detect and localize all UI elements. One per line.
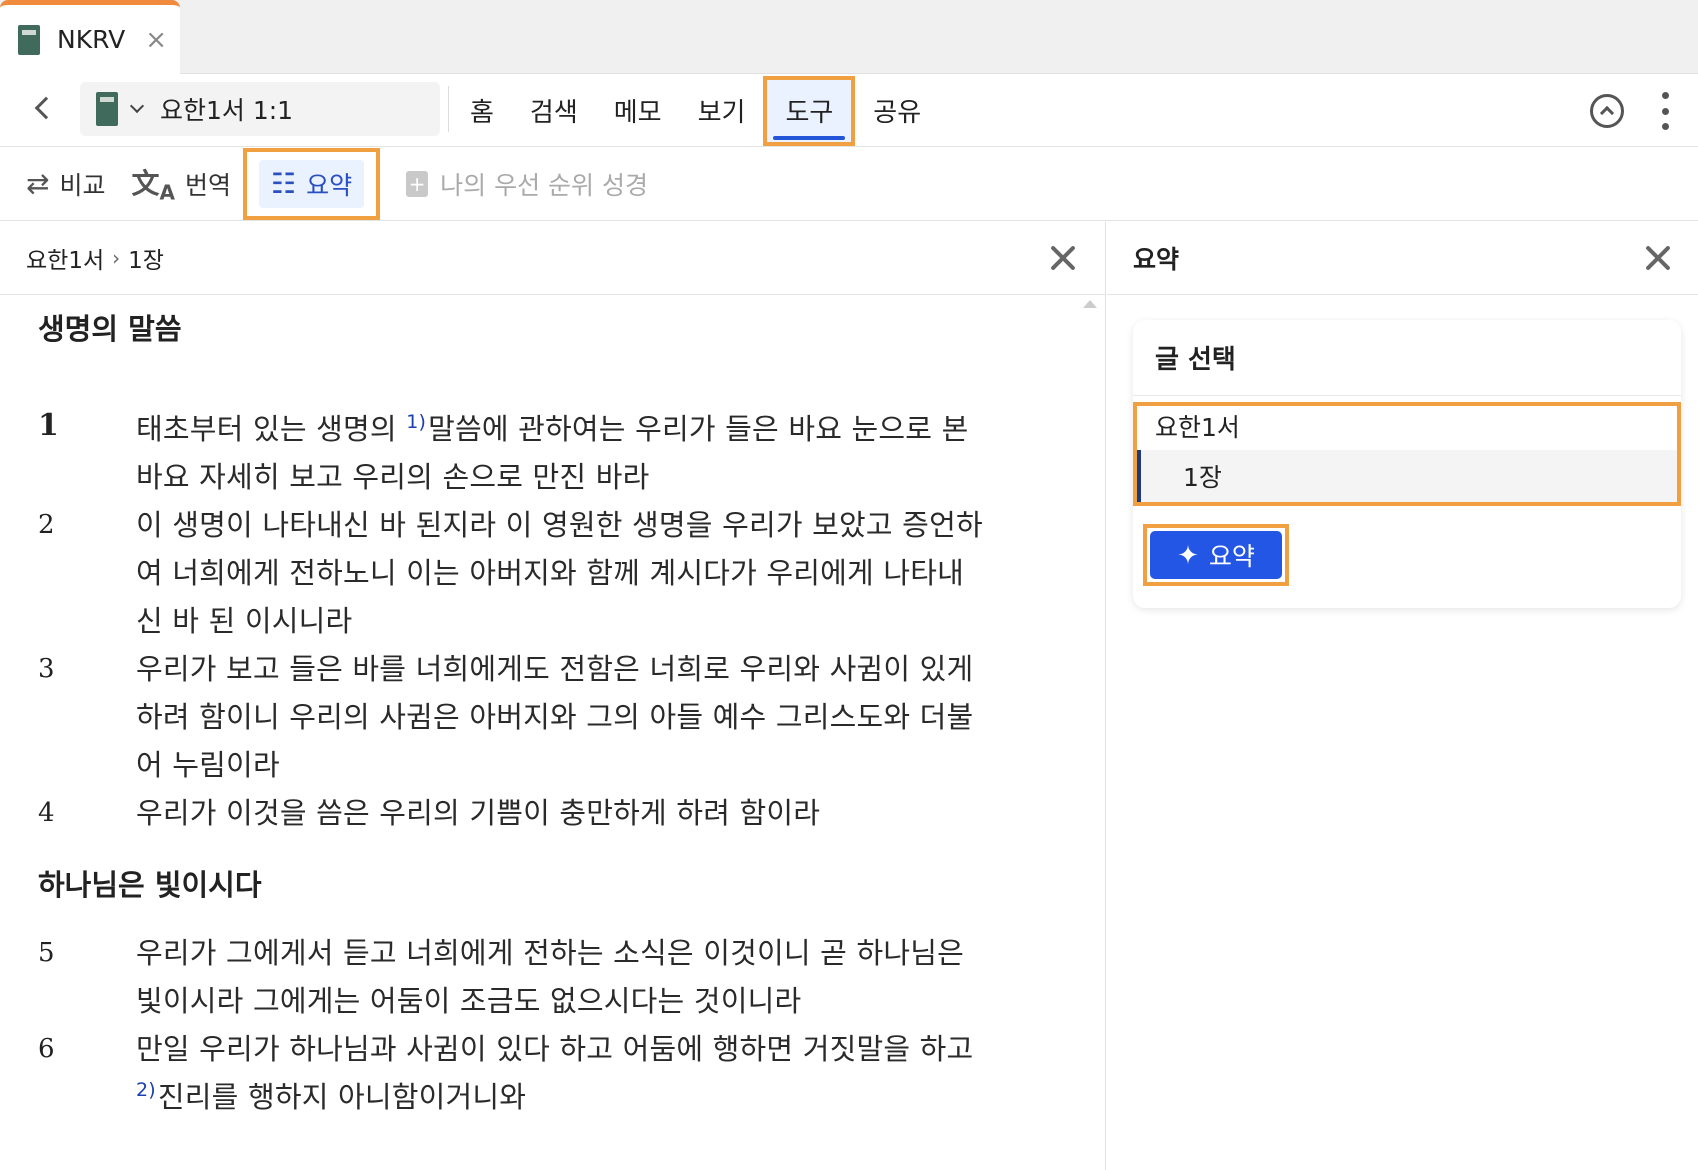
verse-number: 6 xyxy=(38,1034,55,1064)
book-cover-icon xyxy=(96,92,118,126)
section-heading: 생명의 말씀 xyxy=(38,312,182,346)
summary-header: 요약 xyxy=(1107,222,1698,295)
verse-text: 하려 함이니 우리의 사귐은 아버지와 그의 아들 예수 그리스도와 더불 xyxy=(136,700,974,734)
verse-text: 바요 자세히 보고 우리의 손으로 만진 바라 xyxy=(136,460,650,494)
compare-button[interactable]: ⇄ 비교 xyxy=(26,166,105,202)
swap-arrows-icon: ⇄ xyxy=(26,167,50,200)
close-summary-icon[interactable] xyxy=(1644,244,1672,272)
text-select-card: 글 선택 요한1서 1장 ✦ 요약 xyxy=(1133,320,1681,608)
translate-icon: 文A xyxy=(131,167,175,205)
select-chapter-label: 1장 xyxy=(1183,463,1222,492)
chevron-down-icon xyxy=(129,98,145,114)
menu-search[interactable]: 검색 xyxy=(530,74,578,147)
summary-title: 요약 xyxy=(1133,245,1180,274)
summary-button-highlight: ✦ 요약 xyxy=(1143,524,1289,586)
menu-memo[interactable]: 메모 xyxy=(614,74,662,147)
verse-text: 이 생명이 나타내신 바 된지라 이 영원한 생명을 우리가 보았고 증언하 xyxy=(136,508,983,542)
collapse-toolbar-button[interactable] xyxy=(1590,94,1624,128)
reading-panel: 요한1서 › 1장 생명의 말씀 1 태초부터 있는 생명의 1)말씀에 관하여… xyxy=(0,222,1106,1170)
document-tab[interactable]: NKRV × xyxy=(0,0,180,74)
breadcrumb-separator: › xyxy=(112,246,121,270)
verse-text: 우리가 이것을 씀은 우리의 기쁨이 충만하게 하려 함이라 xyxy=(136,796,821,830)
summary-tool-button[interactable]: ☷ 요약 xyxy=(243,147,381,220)
priority-bible-label: 나의 우선 순위 성경 xyxy=(440,170,648,200)
card-title: 글 선택 xyxy=(1133,320,1681,396)
scroll-up-arrow-icon[interactable] xyxy=(1083,300,1097,308)
chevron-up-icon xyxy=(1599,105,1615,121)
menu-view[interactable]: 보기 xyxy=(698,74,746,147)
more-options-button[interactable] xyxy=(1660,92,1670,130)
verse-text: 신 바 된 이시니라 xyxy=(136,604,353,638)
passage-select-list: 요한1서 1장 xyxy=(1133,402,1681,506)
divider xyxy=(448,86,449,132)
menu-home[interactable]: 홈 xyxy=(470,74,494,147)
tab-title: NKRV xyxy=(57,25,126,54)
back-button[interactable] xyxy=(22,88,62,128)
summary-list-icon: ☷ xyxy=(271,167,297,200)
passage-selector[interactable]: 요한1서 1:1 xyxy=(80,82,440,136)
footnote-marker[interactable]: 1) xyxy=(406,411,426,433)
verse-number: 3 xyxy=(38,654,55,684)
summary-panel: 요약 글 선택 요한1서 1장 ✦ 요약 xyxy=(1107,222,1698,1170)
priority-bible-button[interactable]: + 나의 우선 순위 성경 xyxy=(406,166,648,202)
reader-breadcrumb: 요한1서 › 1장 xyxy=(0,222,1105,295)
tools-subtoolbar: ⇄ 비교 文A 번역 ☷ 요약 + 나의 우선 순위 성경 xyxy=(0,147,1698,221)
translate-label: 번역 xyxy=(184,170,231,200)
generate-summary-button[interactable]: ✦ 요약 xyxy=(1150,531,1282,579)
section-heading: 하나님은 빛이시다 xyxy=(38,868,262,902)
select-book-item[interactable]: 요한1서 xyxy=(1155,408,1240,444)
menu-share[interactable]: 공유 xyxy=(873,74,921,147)
chevron-left-icon xyxy=(34,96,58,120)
close-reader-icon[interactable] xyxy=(1049,244,1077,272)
summary-button-label: 요약 xyxy=(1208,543,1255,571)
top-menu: 홈 검색 메모 보기 도구 공유 xyxy=(470,74,957,147)
compare-label: 비교 xyxy=(59,170,106,200)
verse-number: 5 xyxy=(38,938,55,968)
close-tab-icon[interactable]: × xyxy=(145,27,167,53)
verse-text: 태초부터 있는 생명의 1)말씀에 관하여는 우리가 들은 바요 눈으로 본 xyxy=(136,411,969,446)
select-chapter-item[interactable]: 1장 xyxy=(1137,450,1677,502)
verse-text: 우리가 보고 들은 바를 너희에게도 전함은 너희로 우리와 사귐이 있게 xyxy=(136,652,974,686)
menu-tools[interactable]: 도구 xyxy=(763,75,856,146)
footnote-marker[interactable]: 2) xyxy=(136,1079,156,1101)
breadcrumb-chapter[interactable]: 1장 xyxy=(128,241,164,275)
breadcrumb-book[interactable]: 요한1서 xyxy=(26,241,104,275)
verse-text: 2)진리를 행하지 아니함이거니와 xyxy=(136,1079,527,1114)
main-toolbar: 요한1서 1:1 홈 검색 메모 보기 도구 공유 xyxy=(0,74,1698,147)
verse-text: 빛이시라 그에게는 어둠이 조금도 없으시다는 것이니라 xyxy=(136,984,802,1018)
verse-text: 여 너희에게 전하노니 이는 아버지와 함께 계시다가 우리에게 나타내 xyxy=(136,556,964,590)
verse-number: 2 xyxy=(38,510,55,540)
verse-text: 어 누림이라 xyxy=(136,748,280,782)
translate-button[interactable]: 文A 번역 xyxy=(131,162,231,205)
book-cover-icon xyxy=(18,24,40,55)
verse-number: 4 xyxy=(38,798,55,828)
verse-text: 만일 우리가 하나님과 사귐이 있다 하고 어둠에 행하면 거짓말을 하고 xyxy=(136,1032,974,1066)
tab-strip: NKRV × xyxy=(0,0,1698,74)
sparkle-icon: ✦ xyxy=(1177,539,1199,570)
passage-reference: 요한1서 1:1 xyxy=(160,96,294,125)
add-bible-icon: + xyxy=(406,170,429,197)
verse-number: 1 xyxy=(38,408,59,443)
verse-text: 우리가 그에게서 듣고 너희에게 전하는 소식은 이것이니 곧 하나님은 xyxy=(136,936,964,970)
summary-tool-label: 요약 xyxy=(306,170,353,200)
